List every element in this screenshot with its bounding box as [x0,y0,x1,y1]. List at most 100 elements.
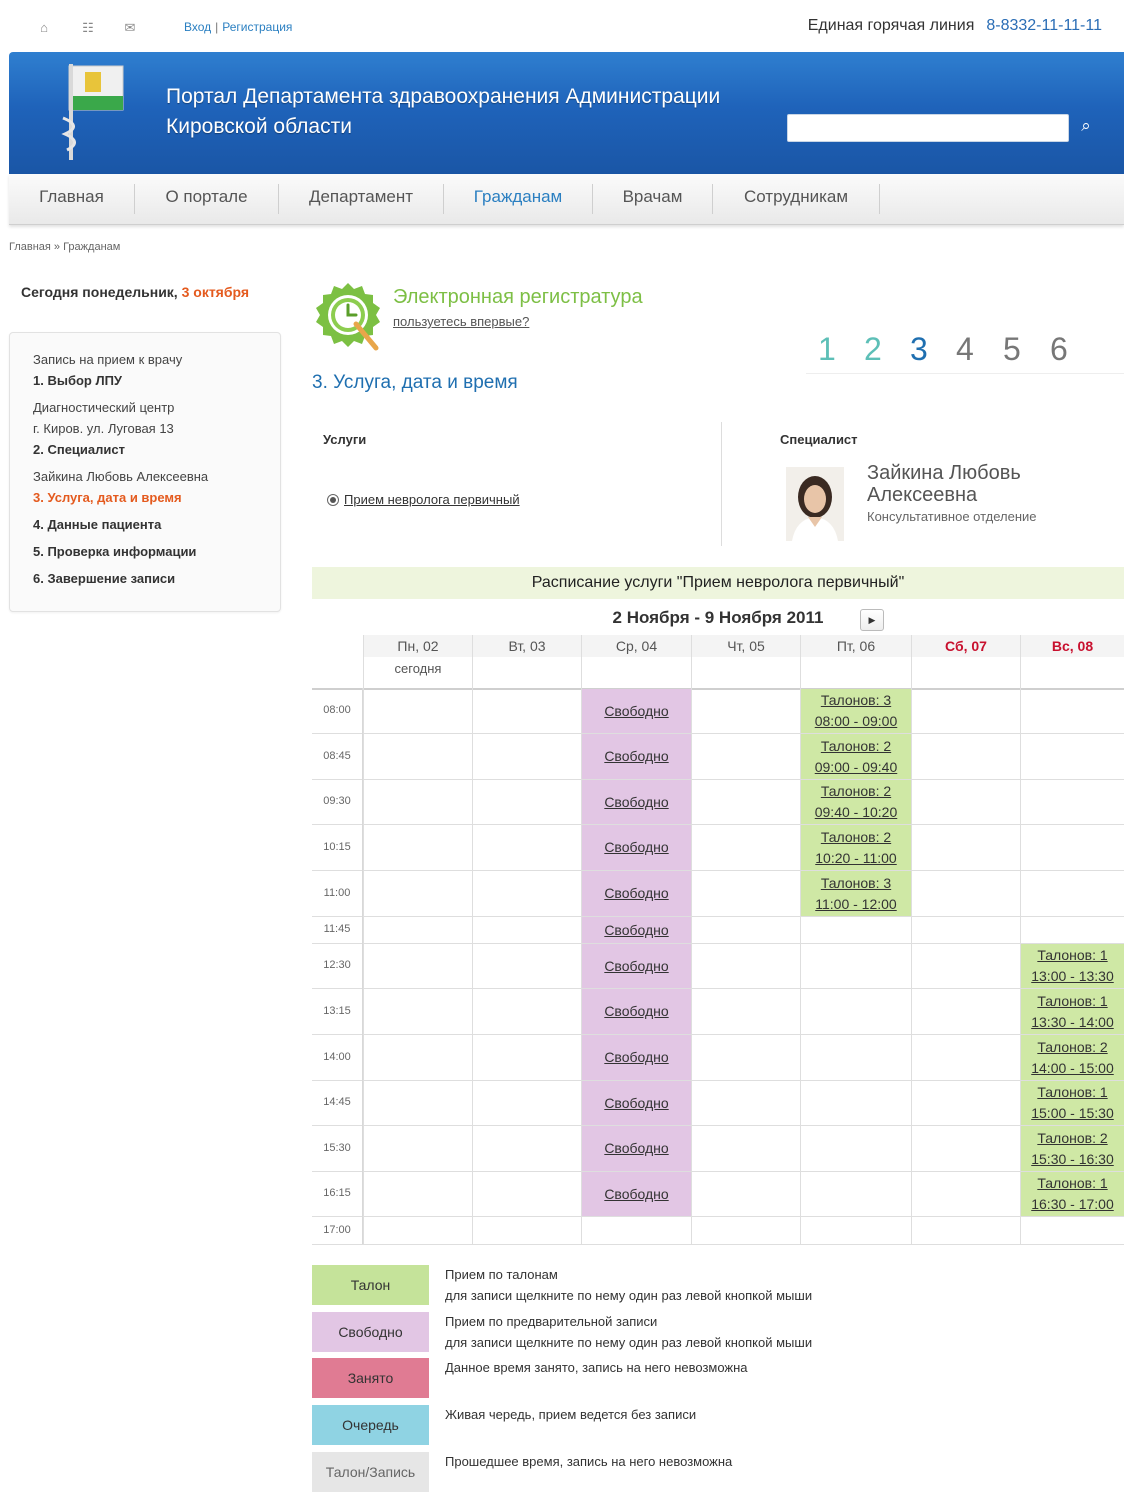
legend-description: Прием по талонам для записи щелкните по н… [445,1264,812,1306]
ticket-slot[interactable]: Талонов: 2 09:00 - 09:40 [801,734,911,779]
hotline-label: Единая горячая линия [807,17,975,34]
sidebar-step-3[interactable]: 3. Услуга, дата и время [33,490,182,505]
nav-item-about[interactable]: О портале [135,174,278,224]
free-slot[interactable]: Свободно [582,1035,691,1080]
day-header: Пт, 06 [800,635,911,657]
ticket-count[interactable]: Талонов: 2 [1021,1128,1124,1149]
day-header: Чт, 05 [691,635,800,657]
next-week-button[interactable]: ▶ [860,609,884,631]
ticket-slot[interactable]: Талонов: 2 10:20 - 11:00 [801,825,911,870]
free-slot[interactable]: Свободно [582,689,691,733]
site-header: Портал Департамента здравоохранения Адми… [9,52,1124,174]
nav-item-main[interactable]: Главная [9,174,134,224]
free-slot[interactable]: Свободно [582,917,691,943]
schedule-title: Расписание услуги "Прием невролога перви… [312,567,1124,599]
ticket-count[interactable]: Талонов: 3 [801,873,911,894]
mail-icon[interactable]: ✉ [122,20,138,36]
ticket-time[interactable]: 13:30 - 14:00 [1021,1012,1124,1033]
ticket-count[interactable]: Талонов: 1 [1021,991,1124,1012]
ticket-slot[interactable]: Талонов: 3 11:00 - 12:00 [801,871,911,916]
portal-logo[interactable] [49,60,129,168]
ticket-time[interactable]: 10:20 - 11:00 [801,848,911,869]
ticket-count[interactable]: Талонов: 1 [1021,1173,1124,1194]
ticket-time[interactable]: 15:30 - 16:30 [1021,1149,1124,1170]
ticket-time[interactable]: 09:00 - 09:40 [801,757,911,778]
nav-item-citizens[interactable]: Гражданам [444,174,592,224]
ticket-slot[interactable]: Талонов: 1 15:00 - 15:30 [1021,1081,1124,1125]
time-label: 11:45 [312,916,363,943]
step-2[interactable]: 2 [864,331,882,368]
step-3: 3 [910,331,928,367]
specialist-name-line2: Алексеевна [867,484,978,506]
service-link[interactable]: Прием невролога первичный [344,492,520,507]
free-slot[interactable]: Свободно [582,989,691,1034]
sidebar-step-5: 5. Проверка информации [33,544,197,559]
ticket-slot[interactable]: Талонов: 2 15:30 - 16:30 [1021,1126,1124,1171]
register-link[interactable]: Регистрация [222,20,292,34]
grid-row-line [312,870,1124,871]
ticket-count[interactable]: Талонов: 1 [1021,945,1124,966]
day-header: Вт, 03 [472,635,581,657]
ticket-time[interactable]: 14:00 - 15:00 [1021,1058,1124,1079]
sidebar-clinic-name: Диагностический центр [33,400,175,415]
free-slot[interactable]: Свободно [582,1081,691,1125]
grid-col-line [911,635,912,1244]
free-slot[interactable]: Свободно [582,1172,691,1216]
nav-item-department[interactable]: Департамент [279,174,443,224]
today-date: Сегодня понедельник, 3 октября [21,284,249,300]
grid-row-line [312,688,1124,690]
sidebar-specialist-name: Зайкина Любовь Алексеевна [33,469,209,484]
ticket-slot[interactable]: Талонов: 1 13:00 - 13:30 [1021,944,1124,988]
home-icon[interactable]: ⌂ [36,20,52,36]
sidebar-clinic-address: г. Киров. ул. Луговая 13 [33,421,174,436]
registry-title: Электронная регистратура [393,286,643,308]
sidebar-step-2[interactable]: 2. Специалист [33,442,125,457]
time-label: 08:00 [312,688,363,733]
login-link[interactable]: Вход [184,20,211,34]
ticket-slot[interactable]: Талонов: 2 09:40 - 10:20 [801,780,911,824]
ticket-time[interactable]: 11:00 - 12:00 [801,894,911,915]
top-bar: ⌂ ☷ ✉ Вход | Регистрация Единая горячая ли… [0,0,1124,52]
ticket-count[interactable]: Талонов: 2 [801,736,911,757]
legend-text-line1: Живая чередь, прием ведется без записи [445,1407,697,1422]
ticket-slot[interactable]: Талонов: 2 14:00 - 15:00 [1021,1035,1124,1080]
ticket-slot[interactable]: Талонов: 1 13:30 - 14:00 [1021,989,1124,1034]
ticket-time[interactable]: 16:30 - 17:00 [1021,1194,1124,1215]
service-radio[interactable] [327,494,339,506]
grid-col-line [363,635,364,1244]
free-slot[interactable]: Свободно [582,944,691,988]
ticket-time[interactable]: 08:00 - 09:00 [801,711,911,732]
specialist-name: Зайкина Любовь Алексеевна [867,462,1021,506]
search-icon[interactable]: ⌕ [1075,115,1097,137]
ticket-count[interactable]: Талонов: 3 [801,690,911,711]
ticket-time[interactable]: 15:00 - 15:30 [1021,1103,1124,1124]
ticket-time[interactable]: 09:40 - 10:20 [801,802,911,823]
legend-text-line1: Данное время занято, запись на него нево… [445,1360,748,1375]
free-slot[interactable]: Свободно [582,1126,691,1171]
free-slot[interactable]: Свободно [582,734,691,779]
first-time-link[interactable]: пользуетесь впервые? [393,314,529,329]
progress-sidebar: Запись на прием к врачу 1. Выбор ЛПУ Диа… [9,332,281,612]
free-slot[interactable]: Свободно [582,871,691,916]
time-label: 09:30 [312,779,363,824]
nav-item-staff[interactable]: Сотрудникам [713,174,879,224]
sitemap-icon[interactable]: ☷ [80,20,96,36]
ticket-count[interactable]: Талонов: 2 [801,827,911,848]
nav-item-doctors[interactable]: Врачам [593,174,712,224]
step-5: 5 [1003,331,1021,367]
ticket-count[interactable]: Талонов: 2 [801,781,911,802]
search-input[interactable] [787,114,1069,142]
auth-separator: | [215,20,219,34]
legend-text-line1: Прием по талонам [445,1267,558,1282]
step-indicator: 1 2 3 4 5 6 [806,331,1124,374]
ticket-slot[interactable]: Талонов: 3 08:00 - 09:00 [801,689,911,733]
ticket-slot[interactable]: Талонов: 1 16:30 - 17:00 [1021,1172,1124,1216]
step-1[interactable]: 1 [818,331,836,368]
ticket-count[interactable]: Талонов: 2 [1021,1037,1124,1058]
grid-row-line [312,1216,1124,1217]
free-slot[interactable]: Свободно [582,780,691,824]
sidebar-step-1[interactable]: 1. Выбор ЛПУ [33,373,122,388]
ticket-count[interactable]: Талонов: 1 [1021,1082,1124,1103]
ticket-time[interactable]: 13:00 - 13:30 [1021,966,1124,987]
free-slot[interactable]: Свободно [582,825,691,870]
